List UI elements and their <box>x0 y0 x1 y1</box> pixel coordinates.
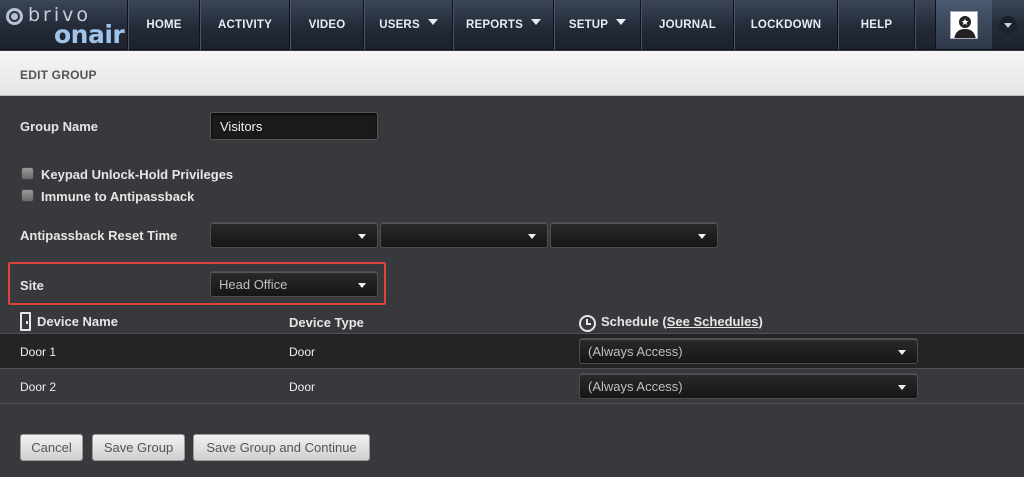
page-title: EDIT GROUP <box>20 68 97 82</box>
user-avatar-icon <box>950 10 978 39</box>
schedule-select[interactable]: (Always Access) <box>579 373 918 399</box>
page-header: EDIT GROUP <box>0 51 1024 96</box>
chevron-down-icon <box>999 15 1017 34</box>
caret-down-icon <box>427 19 438 25</box>
see-schedules-link[interactable]: See Schedules <box>667 314 759 329</box>
nav-activity-label: ACTIVITY <box>218 19 272 31</box>
caret-down-icon <box>616 19 627 25</box>
save-group-and-continue-button[interactable]: Save Group and Continue <box>193 434 370 461</box>
nav-journal[interactable]: JOURNAL <box>641 0 734 50</box>
dropdown-arrow-icon <box>898 385 906 390</box>
caret-down-icon <box>531 19 541 25</box>
schedule-select[interactable]: (Always Access) <box>579 338 918 364</box>
antipassback-select-3[interactable] <box>550 222 718 248</box>
table-divider <box>0 403 1024 404</box>
brivo-logo-icon <box>6 8 23 25</box>
nav-users[interactable]: USERS <box>364 0 453 50</box>
site-label: Site <box>20 278 44 293</box>
antipassback-select-2[interactable] <box>380 222 548 248</box>
antipassback-reset-time-label: Antipassback Reset Time <box>20 228 178 243</box>
device-name-cell: Door 2 <box>20 380 57 394</box>
user-menu-toggle[interactable] <box>992 0 1024 49</box>
nav-video[interactable]: VIDEO <box>290 0 364 50</box>
dropdown-arrow-icon <box>528 234 536 239</box>
device-type-cell: Door <box>289 345 316 359</box>
site-select[interactable]: Head Office <box>210 271 378 297</box>
schedule-select-value: (Always Access) <box>588 343 683 359</box>
nav-home-label: HOME <box>146 19 182 31</box>
schedule-close-paren: ) <box>758 314 763 329</box>
device-name-cell: Door 1 <box>20 345 57 359</box>
schedule-header-label: Schedule <box>601 314 659 329</box>
table-row: Door 2 Door (Always Access) <box>0 368 1024 403</box>
immune-antipassback-checkbox[interactable] <box>21 189 34 202</box>
keypad-unlock-hold-label: Keypad Unlock-Hold Privileges <box>41 167 234 182</box>
dropdown-arrow-icon <box>698 234 706 239</box>
logo-text-onair: onair <box>54 20 125 49</box>
device-type-cell: Door <box>289 380 316 394</box>
brivo-onair-logo[interactable]: brivo onair <box>0 0 128 50</box>
nav-spacer <box>915 0 935 49</box>
schedule-header: Schedule (See Schedules) <box>601 314 763 329</box>
nav-help-label: HELP <box>860 19 893 31</box>
cancel-button[interactable]: Cancel <box>20 434 83 461</box>
dropdown-arrow-icon <box>898 350 906 355</box>
clock-icon <box>579 315 596 332</box>
top-navigation: brivo onair HOME ACTIVITY VIDEO USERS RE… <box>0 0 1024 50</box>
device-type-header: Device Type <box>289 315 364 330</box>
nav-reports-label: REPORTS <box>466 19 523 31</box>
nav-help[interactable]: HELP <box>838 0 915 50</box>
device-icon <box>20 312 31 331</box>
immune-antipassback-label: Immune to Antipassback <box>41 189 195 204</box>
nav-lockdown[interactable]: LOCKDOWN <box>734 0 838 50</box>
keypad-unlock-hold-checkbox[interactable] <box>21 167 34 180</box>
nav-reports[interactable]: REPORTS <box>453 0 554 50</box>
group-name-input[interactable] <box>210 112 378 140</box>
nav-home[interactable]: HOME <box>128 0 200 50</box>
nav-journal-label: JOURNAL <box>659 19 716 31</box>
nav-lockdown-label: LOCKDOWN <box>750 19 822 31</box>
device-name-header: Device Name <box>37 314 118 329</box>
dropdown-arrow-icon <box>358 234 366 239</box>
user-avatar-button[interactable] <box>935 0 992 49</box>
nav-video-label: VIDEO <box>308 19 346 31</box>
table-row: Door 1 Door (Always Access) <box>0 333 1024 368</box>
antipassback-select-1[interactable] <box>210 222 378 248</box>
site-select-value: Head Office <box>219 276 288 292</box>
nav-users-label: USERS <box>379 19 420 31</box>
save-group-button[interactable]: Save Group <box>92 434 185 461</box>
nav-activity[interactable]: ACTIVITY <box>200 0 290 50</box>
nav-setup[interactable]: SETUP <box>554 0 641 50</box>
nav-setup-label: SETUP <box>568 19 609 31</box>
schedule-select-value: (Always Access) <box>588 378 683 394</box>
dropdown-arrow-icon <box>358 283 366 288</box>
group-name-label: Group Name <box>20 119 99 134</box>
